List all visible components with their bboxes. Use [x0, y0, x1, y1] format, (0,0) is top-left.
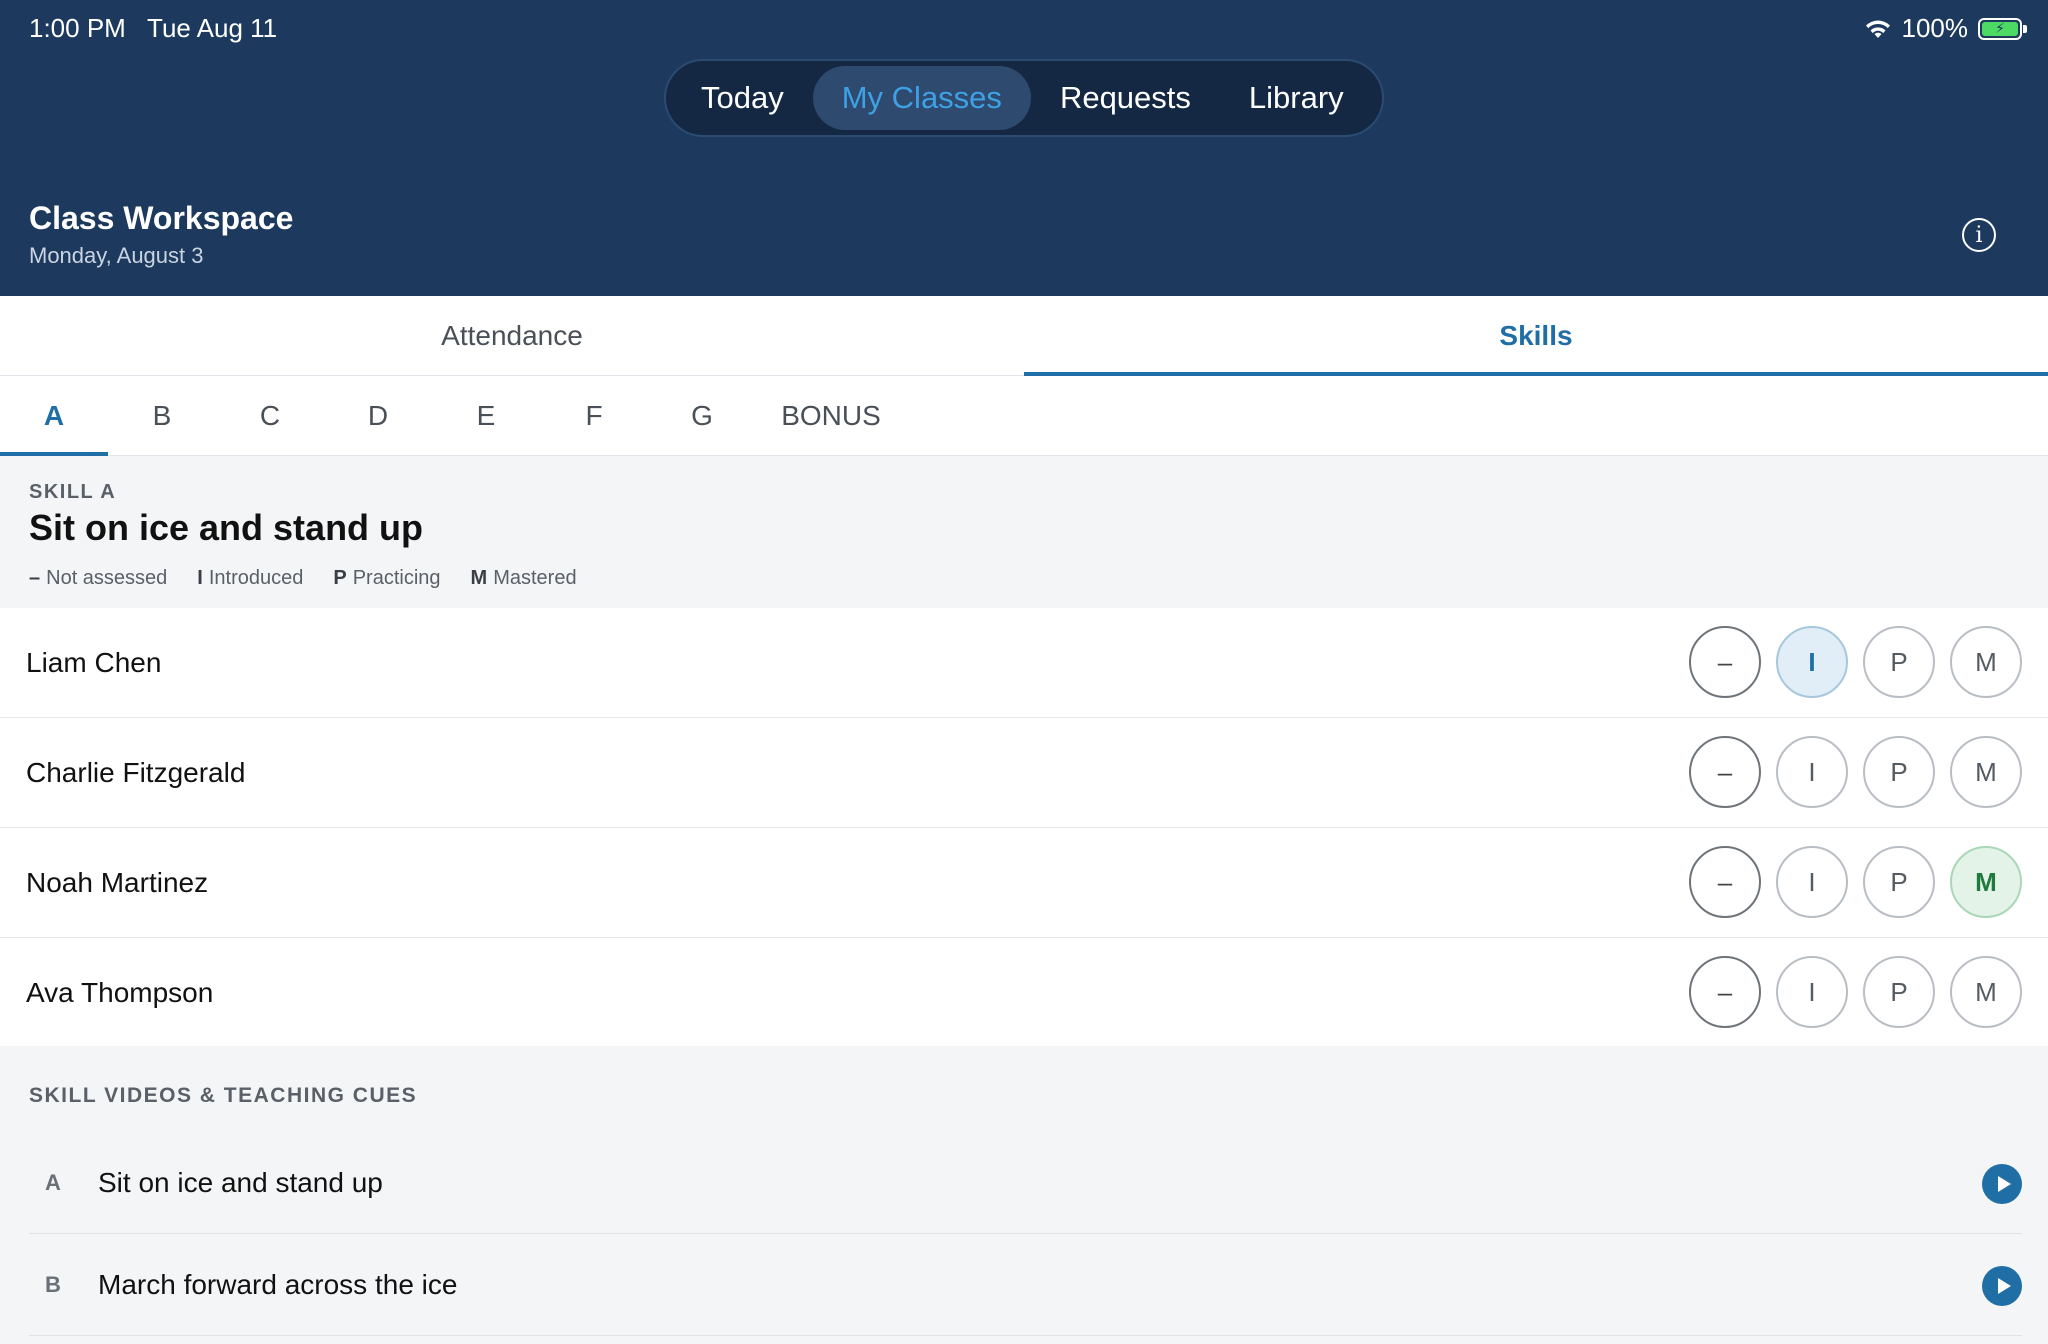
score-not-assessed-button[interactable]: –: [1689, 626, 1761, 698]
nav-today[interactable]: Today: [672, 66, 813, 130]
student-name: Ava Thompson: [26, 976, 214, 1008]
page-subtitle-date: Monday, August 3: [29, 243, 204, 268]
score-introduced-button[interactable]: I: [1776, 846, 1848, 918]
legend-mastered: M Mastered: [470, 567, 577, 589]
status-time: 1:00 PM: [29, 13, 126, 43]
score-not-assessed-button[interactable]: –: [1689, 956, 1761, 1028]
score-buttons: – I P M: [1689, 846, 2022, 918]
score-practicing-button[interactable]: P: [1863, 956, 1935, 1028]
wifi-icon: [1865, 20, 1890, 38]
main-nav-segmented-control: Today My Classes Requests Library: [664, 59, 1384, 137]
video-skill-name: March forward across the ice: [98, 1269, 458, 1300]
video-skill-name: Sit on ice and stand up: [98, 1167, 383, 1198]
skill-tab-e[interactable]: E: [432, 376, 540, 455]
battery-percent: 100%: [1901, 13, 1969, 43]
student-row: Charlie Fitzgerald – I P M: [0, 718, 2048, 828]
skill-tab-g[interactable]: G: [648, 376, 756, 455]
play-icon[interactable]: [1982, 1164, 2022, 1204]
nav-my-classes[interactable]: My Classes: [812, 66, 1031, 130]
score-buttons: – I P M: [1689, 956, 2022, 1028]
student-list: Liam Chen – I P M Charlie Fitzgerald – I…: [0, 608, 2048, 1048]
skill-tab-f[interactable]: F: [540, 376, 648, 455]
score-mastered-button[interactable]: M: [1950, 846, 2022, 918]
student-row: Noah Martinez – I P M: [0, 828, 2048, 938]
score-introduced-button[interactable]: I: [1776, 736, 1848, 808]
nav-requests[interactable]: Requests: [1031, 66, 1220, 130]
video-skill-letter: B: [45, 1272, 61, 1297]
student-row: Ava Thompson – I P M: [0, 938, 2048, 1048]
app-header: 1:00 PM Tue Aug 11 100% Today My Classes…: [0, 0, 2048, 296]
status-indicators: 100%: [1864, 13, 2027, 44]
skill-tab-a[interactable]: A: [0, 376, 108, 456]
play-icon[interactable]: [1982, 1266, 2022, 1306]
skill-tab-b[interactable]: B: [108, 376, 216, 455]
tab-skills[interactable]: Skills: [1024, 296, 2048, 376]
score-buttons: – I P M: [1689, 736, 2022, 808]
score-practicing-button[interactable]: P: [1863, 846, 1935, 918]
skill-header: SKILL A Sit on ice and stand up – Not ass…: [0, 457, 2048, 608]
page-title: Class Workspace: [29, 200, 294, 236]
workspace-tabs: Attendance Skills: [0, 296, 2048, 376]
video-skill-letter: A: [45, 1170, 61, 1195]
video-list-item[interactable]: B March forward across the ice: [29, 1234, 2022, 1336]
tab-attendance[interactable]: Attendance: [0, 296, 1024, 375]
battery-icon: [1978, 17, 2027, 40]
student-name: Noah Martinez: [26, 866, 209, 898]
status-date: Tue Aug 11: [147, 13, 278, 43]
info-icon[interactable]: i: [1962, 218, 1996, 252]
skill-letter-tabs: A B C D E F G BONUS: [0, 376, 2048, 456]
score-not-assessed-button[interactable]: –: [1689, 736, 1761, 808]
skill-tab-d[interactable]: D: [324, 376, 432, 455]
skill-title: Sit on ice and stand up: [29, 507, 424, 548]
score-practicing-button[interactable]: P: [1863, 626, 1935, 698]
battery-charging-icon: [1982, 21, 2018, 36]
status-time-date: 1:00 PM Tue Aug 11: [29, 13, 277, 44]
score-not-assessed-button[interactable]: –: [1689, 846, 1761, 918]
legend-introduced: I Introduced: [197, 567, 304, 589]
score-introduced-button[interactable]: I: [1776, 626, 1848, 698]
score-mastered-button[interactable]: M: [1950, 626, 2022, 698]
score-mastered-button[interactable]: M: [1950, 736, 2022, 808]
score-practicing-button[interactable]: P: [1863, 736, 1935, 808]
section-title: SKILL VIDEOS & TEACHING CUES: [29, 1084, 418, 1107]
video-list-item[interactable]: A Sit on ice and stand up: [29, 1132, 2022, 1234]
score-buttons: – I P M: [1689, 626, 2022, 698]
skill-eyebrow: SKILL A: [29, 481, 117, 503]
nav-library[interactable]: Library: [1220, 66, 1373, 130]
skill-videos-section: SKILL VIDEOS & TEACHING CUES A Sit on ic…: [0, 1046, 2048, 1344]
score-introduced-button[interactable]: I: [1776, 956, 1848, 1028]
skill-tab-c[interactable]: C: [216, 376, 324, 455]
legend-practicing: P Practicing: [333, 567, 441, 589]
student-name: Liam Chen: [26, 646, 162, 678]
skill-tab-bonus[interactable]: BONUS: [756, 376, 906, 455]
score-mastered-button[interactable]: M: [1950, 956, 2022, 1028]
legend-not-assessed: – Not assessed: [29, 567, 168, 589]
student-row: Liam Chen – I P M: [0, 608, 2048, 718]
score-legend: – Not assessed I Introduced P Practicing MM…: [29, 567, 577, 590]
student-name: Charlie Fitzgerald: [26, 756, 246, 788]
